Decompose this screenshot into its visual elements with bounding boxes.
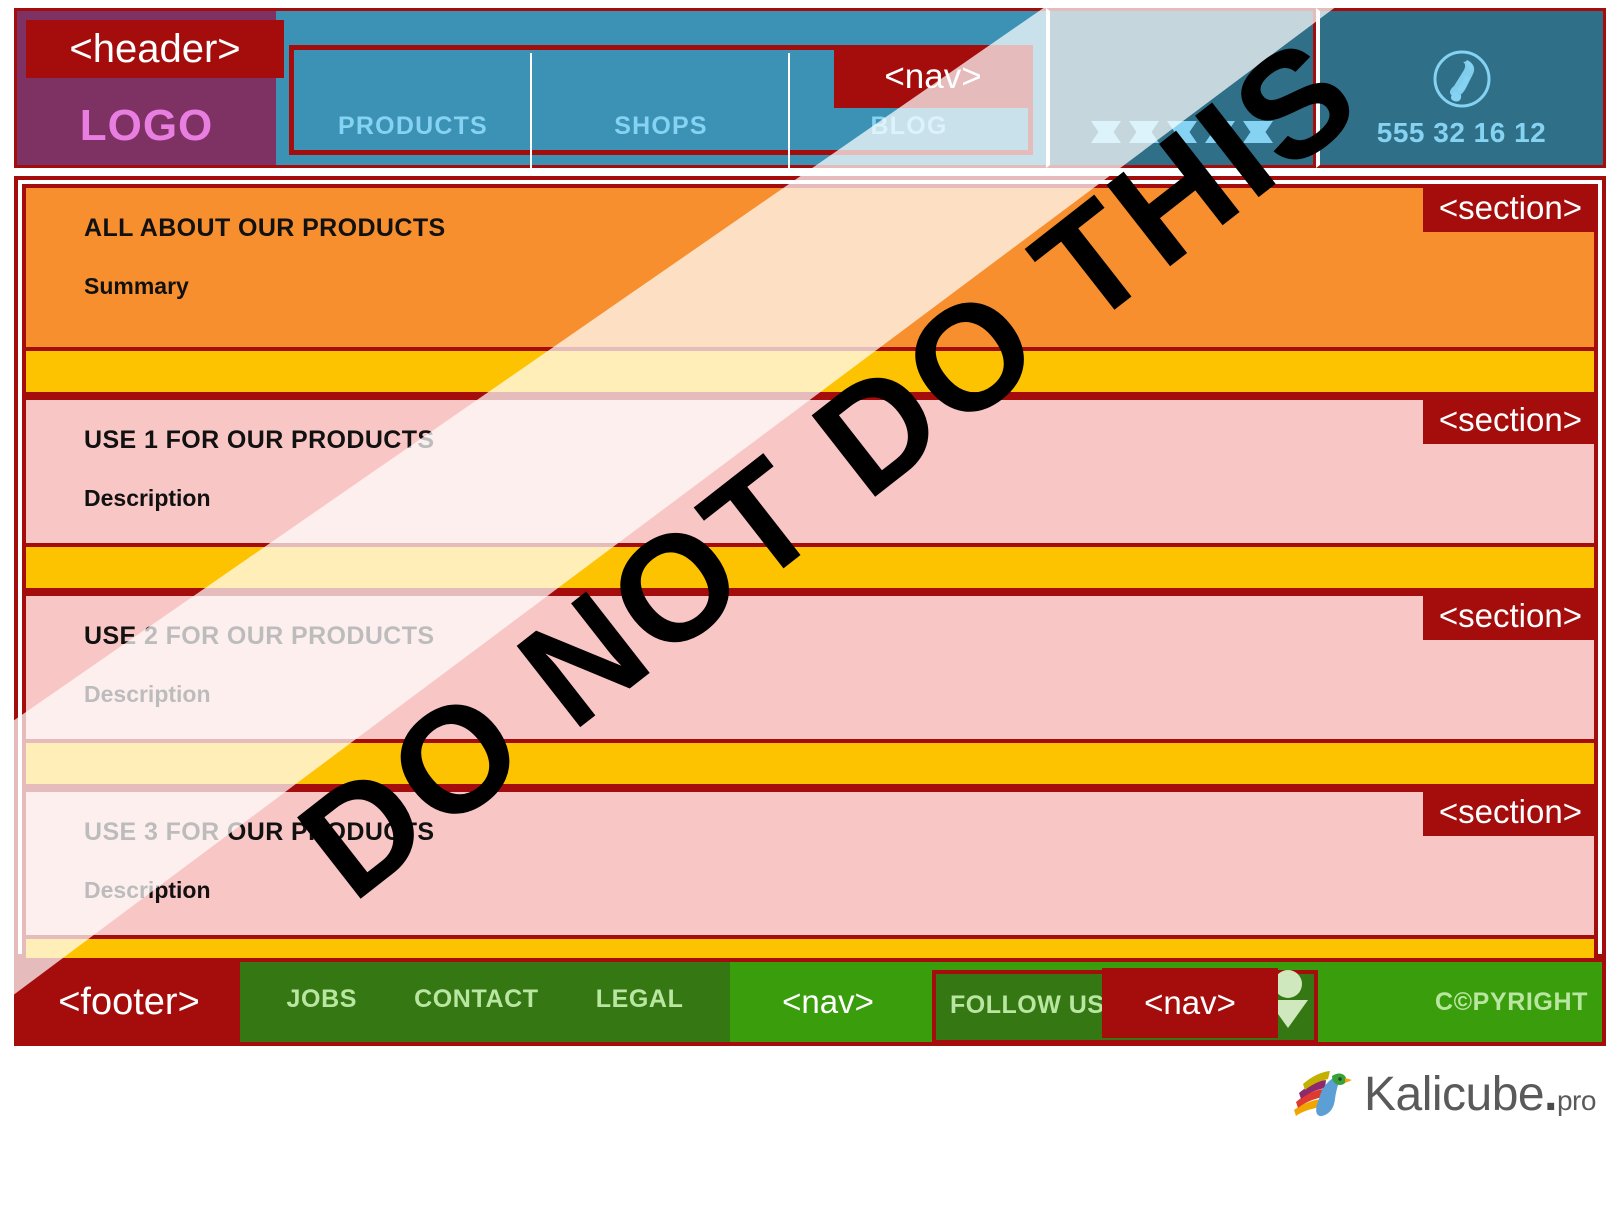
section-title: USE 1 FOR OUR PRODUCTS: [84, 426, 435, 454]
main-content: ALL ABOUT OUR PRODUCTS Summary <section>…: [14, 176, 1606, 984]
footer-nav-tag-label: <nav>: [730, 962, 926, 1042]
kalicube-brand: Kalicube.pro: [1286, 1058, 1596, 1131]
section-tag-label: <section>: [1422, 788, 1598, 836]
section-title: USE 2 FOR OUR PRODUCTS: [84, 622, 435, 650]
section-tag-label: <section>: [1422, 184, 1598, 232]
section-subtitle: Description: [84, 681, 211, 707]
logo-text: LOGO: [79, 101, 214, 150]
nav-separator: [530, 53, 532, 171]
section-title: ALL ABOUT OUR PRODUCTS: [84, 214, 446, 242]
follow-us-label: FOLLOW US:: [950, 990, 1114, 1019]
footer-tag-label: <footer>: [18, 962, 240, 1042]
rating-stars: [1090, 117, 1273, 165]
nav-item-shops[interactable]: SHOPS: [537, 112, 785, 155]
section-tag-label: <section>: [1422, 396, 1598, 444]
site-header: LOGO PRODUCTS SHOPS BLOG 555 32 16 12 <h…: [14, 8, 1606, 171]
nav-item-blog[interactable]: BLOG: [785, 112, 1033, 155]
kalicube-bird-logo: [1286, 1058, 1354, 1131]
section-subtitle: Description: [84, 485, 211, 511]
section-tag-label: <section>: [1422, 592, 1598, 640]
section-title: USE 3 FOR OUR PRODUCTS: [84, 818, 435, 846]
section-divider: [22, 547, 1598, 592]
brand-suffix: pro: [1556, 1085, 1596, 1116]
rating-cell: [1046, 8, 1316, 168]
footer-link-legal[interactable]: LEGAL: [596, 985, 684, 1014]
phone-icon: [1431, 48, 1493, 115]
section-divider: [22, 743, 1598, 788]
section-use-3: USE 3 FOR OUR PRODUCTS Description <sect…: [22, 788, 1598, 939]
copyright-text: C©PYRIGHT: [1435, 987, 1588, 1016]
section-use-1: USE 1 FOR OUR PRODUCTS Description <sect…: [22, 396, 1598, 547]
page-root: LOGO PRODUCTS SHOPS BLOG 555 32 16 12 <h…: [0, 0, 1620, 1220]
phone-cell[interactable]: 555 32 16 12: [1316, 8, 1606, 168]
section-use-2: USE 2 FOR OUR PRODUCTS Description <sect…: [22, 592, 1598, 743]
section-divider: [22, 351, 1598, 396]
header-tag-label: <header>: [26, 20, 284, 78]
star-icon: [1090, 117, 1121, 147]
star-icon: [1204, 117, 1235, 147]
follow-us-block: FOLLOW US: <nav> C©PYRIGHT: [926, 962, 1602, 1044]
nav-separator: [788, 53, 790, 171]
footer-link-list: JOBS CONTACT LEGAL: [240, 962, 730, 1042]
nav-item-products[interactable]: PRODUCTS: [289, 112, 537, 155]
section-subtitle: Description: [84, 877, 211, 903]
site-footer: <footer> JOBS CONTACT LEGAL <nav> FOLLOW…: [14, 958, 1606, 1046]
header-nav-tag-label: <nav>: [834, 46, 1032, 108]
section-subtitle: Summary: [84, 273, 189, 299]
star-icon: [1242, 117, 1273, 147]
section-summary: ALL ABOUT OUR PRODUCTS Summary <section>: [22, 184, 1598, 351]
social-nav-tag-label: <nav>: [1102, 968, 1278, 1038]
footer-link-contact[interactable]: CONTACT: [414, 985, 539, 1014]
phone-number: 555 32 16 12: [1376, 117, 1547, 148]
star-icon: [1128, 117, 1159, 147]
footer-link-jobs[interactable]: JOBS: [287, 985, 357, 1014]
brand-dot: .: [1544, 1068, 1557, 1121]
star-icon: [1166, 117, 1197, 147]
brand-name: Kalicube.pro: [1364, 1068, 1596, 1121]
